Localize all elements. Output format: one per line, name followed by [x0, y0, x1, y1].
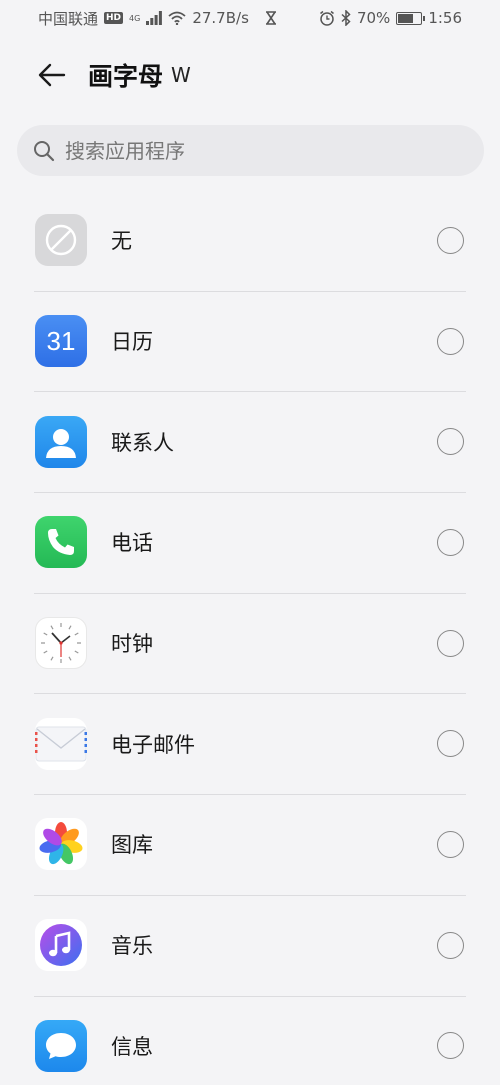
- list-item-none[interactable]: 无: [0, 190, 500, 291]
- wifi-icon: [168, 11, 186, 25]
- radio-button[interactable]: [437, 327, 464, 355]
- app-label: 音乐: [111, 934, 153, 959]
- app-label: 电话: [111, 531, 153, 556]
- contacts-icon: [35, 415, 87, 468]
- alarm-icon: [320, 10, 334, 26]
- list-item-email[interactable]: 电子邮件: [0, 693, 500, 794]
- screen: 中国联通 HD 4G 27.7B/s 70% 1:56 画字母 W 搜索应用程序…: [0, 0, 500, 1085]
- search-icon: [34, 140, 55, 161]
- app-label: 日历: [111, 330, 153, 355]
- status-time: 1:56: [428, 9, 462, 27]
- calendar-icon: 31: [35, 315, 87, 368]
- app-label: 无: [111, 229, 132, 254]
- radio-button[interactable]: [437, 226, 464, 254]
- list-item-contacts[interactable]: 联系人: [0, 391, 500, 492]
- carrier-name: 中国联通: [38, 9, 99, 28]
- status-left: 中国联通 HD 4G 27.7B/s: [38, 8, 277, 29]
- battery-icon: [396, 11, 426, 25]
- list-item-phone[interactable]: 电话: [0, 492, 500, 593]
- hourglass-icon: [265, 11, 276, 25]
- phone-icon: [35, 516, 87, 569]
- messages-icon: [35, 1019, 87, 1072]
- list-item-clock[interactable]: 时钟: [0, 592, 500, 694]
- list-item-messages[interactable]: 信息: [0, 995, 500, 1085]
- app-label: 信息: [111, 1034, 153, 1059]
- radio-button[interactable]: [437, 830, 464, 858]
- hd-badge: HD: [104, 12, 124, 24]
- bluetooth-icon: [341, 10, 351, 26]
- app-label: 时钟: [111, 632, 153, 657]
- app-label: 电子邮件: [111, 732, 195, 757]
- search-input[interactable]: [65, 138, 445, 163]
- page-title: 画字母: [88, 62, 164, 91]
- page-title-suffix: W: [171, 63, 191, 87]
- radio-button[interactable]: [437, 629, 464, 657]
- calendar-icon-date: 31: [46, 325, 76, 356]
- list-item-calendar[interactable]: 31 日历: [0, 290, 500, 392]
- app-label: 图库: [111, 833, 153, 858]
- email-icon: [35, 717, 87, 770]
- music-icon: [35, 919, 87, 972]
- list-item-gallery[interactable]: 图库: [0, 794, 500, 895]
- battery-percent: 70%: [356, 9, 391, 27]
- status-bar: 中国联通 HD 4G 27.7B/s 70% 1:56: [0, 0, 500, 36]
- arrow-left-icon: [38, 63, 66, 87]
- radio-button[interactable]: [437, 528, 464, 556]
- none-icon: [35, 214, 87, 267]
- radio-button[interactable]: [437, 730, 464, 758]
- radio-button[interactable]: [437, 931, 464, 959]
- radio-button[interactable]: [437, 428, 464, 456]
- app-list: 无 31 日历 联系人 电话 时钟 电子邮件 图库 音乐 信息: [0, 190, 500, 1085]
- network-speed: 27.7B/s: [192, 9, 249, 27]
- list-item-music[interactable]: 音乐: [0, 894, 500, 996]
- status-right: 70% 1:56: [319, 9, 462, 27]
- back-button[interactable]: [34, 57, 70, 93]
- clock-icon: [35, 617, 87, 670]
- app-label: 联系人: [111, 430, 174, 455]
- search-bar[interactable]: [17, 125, 484, 176]
- battery-fill: [398, 13, 413, 23]
- radio-button[interactable]: [437, 1032, 464, 1060]
- signal-icon: [146, 11, 163, 25]
- gallery-icon: [35, 818, 87, 871]
- title-bar: 画字母 W: [0, 50, 500, 100]
- network-type: 4G: [129, 13, 141, 23]
